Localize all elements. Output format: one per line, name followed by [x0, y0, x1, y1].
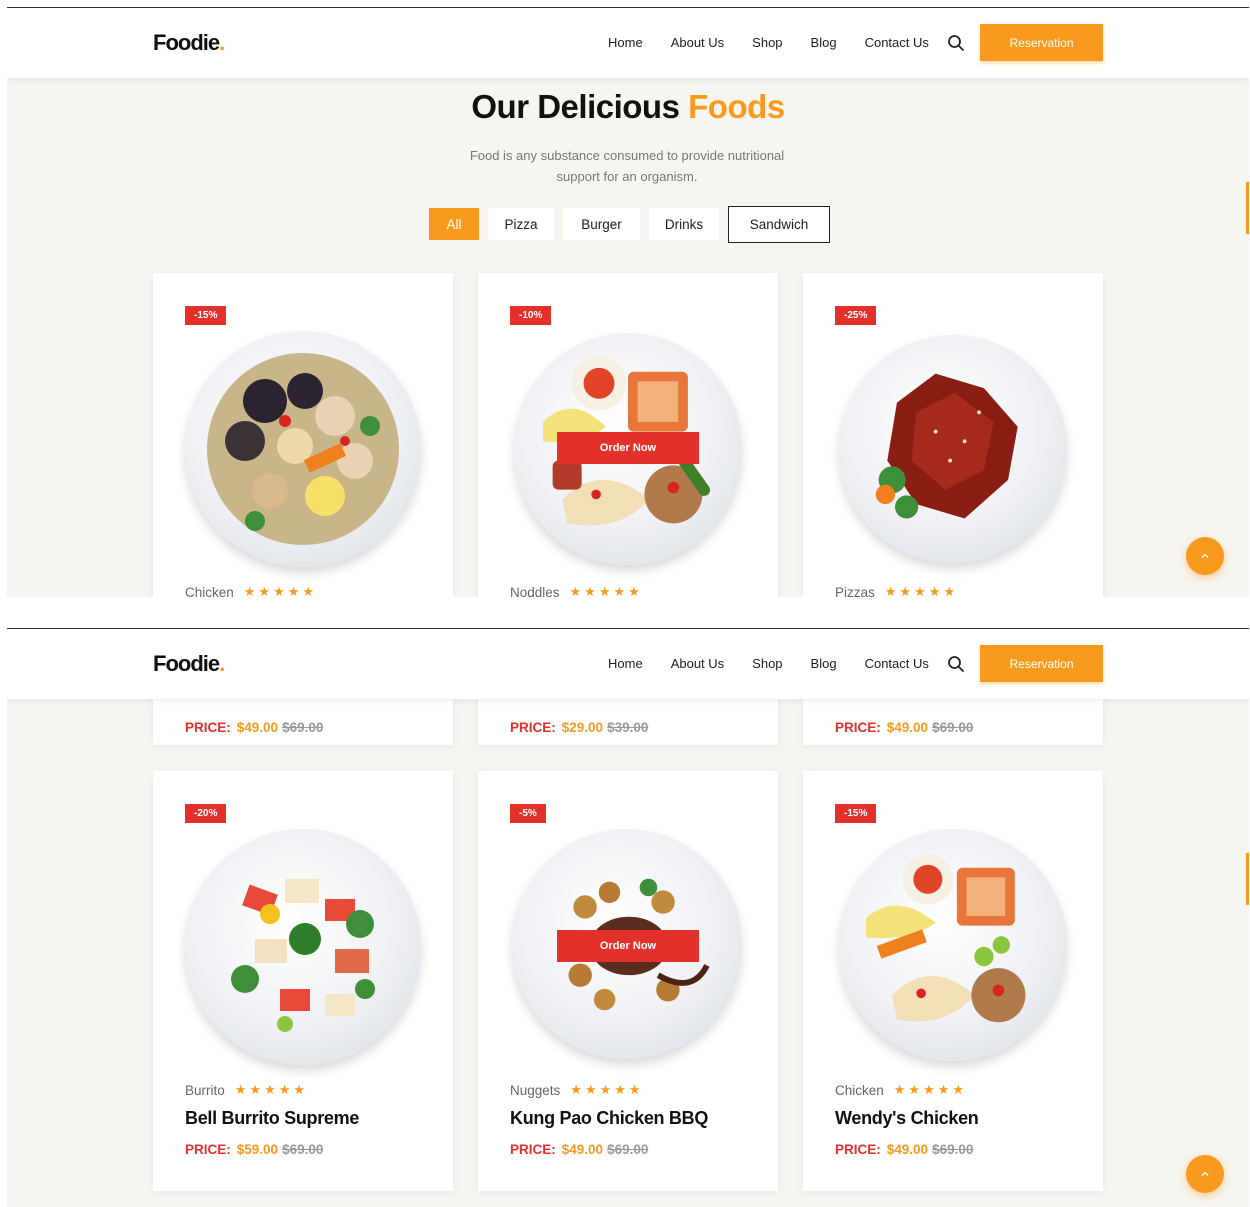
rating-stars: ★★★★★ [570, 1082, 644, 1097]
nav-blog[interactable]: Blog [811, 35, 837, 50]
price: PRICE: $49.00 $69.00 [510, 1142, 649, 1157]
filter-tabs: All Pizza Burger Drinks Sandwich [429, 206, 839, 243]
rating-stars: ★★★★★ [884, 584, 959, 597]
category-label: Burrito [185, 1082, 225, 1098]
price: PRICE: $49.00 $69.00 [835, 1142, 974, 1157]
discount-badge: -10% [510, 306, 552, 325]
food-card[interactable]: -20% Burrito ★★★★★ Bell Burrito Supreme … [153, 771, 453, 1191]
viewport-top: Foodie. Home About Us Shop Blog Contact … [7, 7, 1249, 597]
nav-shop[interactable]: Shop [752, 35, 782, 50]
food-card[interactable]: -5% Order Now Nuggets ★★★★★ Kung Pao Chi… [478, 771, 778, 1191]
price: PRICE: $49.00 $69.00 [835, 720, 974, 735]
nav-shop[interactable]: Shop [752, 656, 782, 671]
product-name[interactable]: Wendy's Chicken [835, 1108, 979, 1129]
food-card[interactable]: -15% Chicken ★★★★★ Wendy's Chicken PRICE… [803, 771, 1103, 1191]
nav-blog[interactable]: Blog [811, 656, 837, 671]
search-icon[interactable] [947, 655, 965, 673]
nav-home[interactable]: Home [608, 656, 643, 671]
order-now-button[interactable]: Order Now [557, 432, 699, 464]
category-label: Chicken [835, 1082, 884, 1098]
nav-about[interactable]: About Us [671, 656, 724, 671]
food-image-salad[interactable] [185, 829, 421, 1065]
product-name[interactable]: Bell Burrito Supreme [185, 1108, 359, 1129]
filter-burger[interactable]: Burger [563, 208, 640, 240]
food-image-wings[interactable] [839, 335, 1067, 563]
reservation-button[interactable]: Reservation [980, 24, 1103, 61]
food-card[interactable]: -10% Order Now Noddles ★★★★★ [478, 273, 778, 597]
discount-badge: -20% [185, 804, 227, 823]
discount-badge: -15% [835, 804, 877, 823]
price: PRICE: $59.00 $69.00 [185, 1142, 324, 1157]
discount-badge: -15% [185, 306, 227, 325]
category-label: Noddles [510, 584, 560, 598]
food-card[interactable]: -15% Chicken ★★★★★ [153, 273, 453, 597]
nav-contact[interactable]: Contact Us [865, 656, 929, 671]
side-tab[interactable] [1246, 853, 1249, 905]
order-now-button[interactable]: Order Now [557, 930, 699, 962]
discount-badge: -5% [510, 804, 546, 823]
rating-stars: ★★★★★ [569, 584, 643, 597]
card-meta: Nuggets ★★★★★ [510, 1082, 644, 1098]
card-meta: Pizzas ★★★★★ [835, 584, 958, 597]
card-meta: Chicken ★★★★★ [185, 584, 317, 597]
chevron-up-icon [1201, 553, 1209, 558]
section-title: Our Delicious Foods [471, 88, 785, 125]
side-tab[interactable] [1246, 182, 1249, 234]
filter-all[interactable]: All [429, 208, 479, 240]
discount-badge: -25% [835, 306, 877, 325]
logo[interactable]: Foodie. [153, 651, 225, 677]
rating-stars: ★★★★★ [893, 1082, 968, 1097]
section-subtitle: Food is any substance consumed to provid… [469, 148, 785, 184]
rating-stars: ★★★★★ [234, 1082, 309, 1097]
main-nav: Home About Us Shop Blog Contact Us [608, 656, 957, 671]
category-label: Nuggets [510, 1082, 561, 1098]
filter-sandwich[interactable]: Sandwich [728, 206, 830, 243]
food-card[interactable]: -25% Pizzas ★★★★★ [803, 273, 1103, 597]
price: PRICE: $29.00 $39.00 [510, 720, 649, 735]
logo[interactable]: Foodie. [153, 30, 225, 56]
filter-drinks[interactable]: Drinks [649, 208, 719, 240]
main-nav: Home About Us Shop Blog Contact Us [608, 35, 957, 50]
site-header: Foodie. Home About Us Shop Blog Contact … [7, 629, 1249, 699]
card-meta: Noddles ★★★★★ [510, 584, 643, 597]
nav-about[interactable]: About Us [671, 35, 724, 50]
category-label: Chicken [185, 584, 234, 598]
chevron-up-icon [1201, 1171, 1209, 1176]
viewport-bottom: Foodie. Home About Us Shop Blog Contact … [7, 628, 1249, 1207]
card-meta: Burrito ★★★★★ [185, 1082, 308, 1098]
card-meta: Chicken ★★★★★ [835, 1082, 967, 1098]
product-name[interactable]: Kung Pao Chicken BBQ [510, 1108, 708, 1129]
back-to-top-button[interactable] [1186, 1155, 1224, 1193]
back-to-top-button[interactable] [1186, 537, 1224, 575]
category-label: Pizzas [835, 584, 875, 598]
reservation-button[interactable]: Reservation [980, 645, 1103, 682]
filter-pizza[interactable]: Pizza [488, 208, 554, 240]
nav-contact[interactable]: Contact Us [865, 35, 929, 50]
food-image-chicken-platter[interactable] [839, 829, 1067, 1061]
price: PRICE: $49.00 $69.00 [185, 720, 324, 735]
search-icon[interactable] [947, 34, 965, 52]
site-header: Foodie. Home About Us Shop Blog Contact … [7, 8, 1249, 78]
rating-stars: ★★★★★ [243, 584, 318, 597]
food-image-seafood[interactable] [185, 331, 421, 567]
nav-home[interactable]: Home [608, 35, 643, 50]
